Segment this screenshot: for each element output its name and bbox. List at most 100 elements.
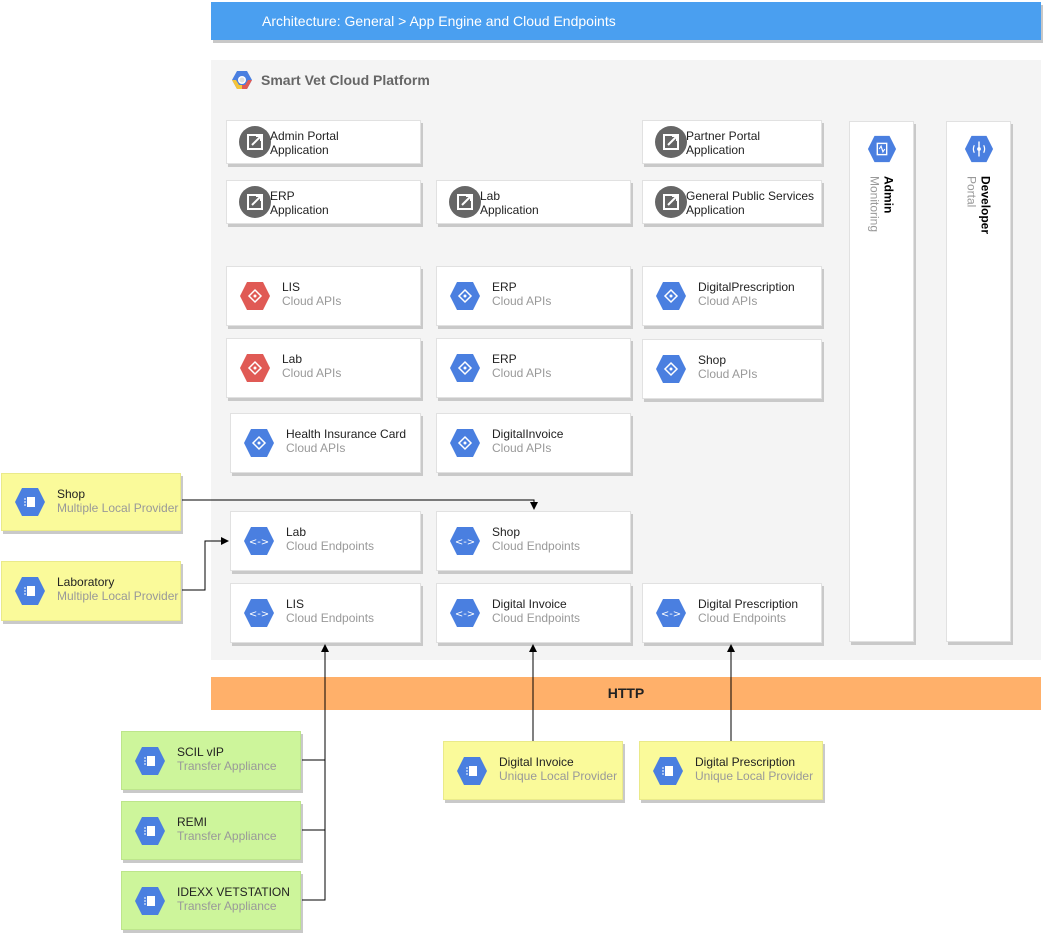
provider-card-digital-invoice[interactable]: Digital Invoice Unique Local Provider [443, 741, 623, 800]
appliance-card-remi[interactable]: REMI Transfer Appliance [121, 801, 301, 860]
open-external-icon [239, 126, 271, 158]
cloud-apis-icon [240, 282, 270, 310]
app-name: Partner Portal [686, 129, 761, 143]
endpoint-card-digital-invoice[interactable]: <-> Digital Invoice Cloud Endpoints [436, 583, 631, 643]
monitoring-icon [867, 135, 896, 163]
api-card-lab[interactable]: Lab Cloud APIs [226, 338, 421, 398]
cloud-apis-icon [450, 429, 480, 457]
transfer-appliance-icon [135, 746, 165, 775]
api-type: Cloud APIs [698, 294, 758, 308]
cloud-apis-icon [656, 282, 686, 310]
appliance-name: REMI [177, 815, 207, 829]
diagram-title-bar: Architecture: General > App Engine and C… [211, 2, 1041, 40]
diagram-title: Architecture: General > App Engine and C… [262, 13, 616, 29]
cloud-apis-icon [244, 429, 274, 457]
provider-card-digital-prescription[interactable]: Digital Prescription Unique Local Provid… [639, 741, 823, 800]
cloud-endpoints-icon: <-> [244, 527, 274, 555]
svg-text:<->: <-> [455, 537, 475, 548]
app-card-erp[interactable]: ERP Application [226, 180, 421, 224]
panel-type: Portal [964, 176, 979, 208]
open-external-icon [449, 186, 481, 218]
appliance-card-scil-vip[interactable]: SCIL vIP Transfer Appliance [121, 731, 301, 790]
gcp-logo-icon [232, 71, 252, 89]
app-type: Application [686, 143, 745, 157]
transfer-appliance-icon [135, 886, 165, 915]
endpoint-type: Cloud Endpoints [286, 611, 375, 625]
api-name: Lab [282, 352, 303, 366]
panel-admin-monitoring[interactable]: Admin Monitoring [849, 121, 914, 642]
panel-developer-portal[interactable]: Developer Portal [946, 121, 1011, 642]
endpoint-type: Cloud Endpoints [492, 611, 581, 625]
cloud-endpoints-icon: <-> [450, 599, 480, 627]
appliance-card-idexx-vetstation[interactable]: IDEXX VETSTATION Transfer Appliance [121, 871, 301, 930]
endpoint-name: Digital Invoice [492, 597, 567, 611]
app-type: Application [480, 203, 539, 217]
cloud-endpoints-icon: <-> [656, 599, 686, 627]
provider-name: Shop [57, 487, 86, 501]
app-card-admin-portal[interactable]: Admin Portal Application [226, 120, 421, 164]
app-name: General Public Services [686, 189, 815, 203]
provider-icon [15, 577, 45, 605]
api-type: Cloud APIs [492, 294, 552, 308]
provider-name: Digital Invoice [499, 755, 574, 769]
http-label: HTTP [607, 685, 645, 701]
endpoint-type: Cloud Endpoints [492, 539, 581, 553]
app-card-lab[interactable]: Lab Application [436, 180, 631, 224]
appliance-type: Transfer Appliance [177, 759, 277, 773]
api-card-health-insurance-card[interactable]: Health Insurance Card Cloud APIs [230, 413, 421, 473]
app-type: Application [270, 143, 329, 157]
app-name: Lab [480, 189, 501, 203]
endpoint-card-lab[interactable]: <-> Lab Cloud Endpoints [230, 511, 421, 571]
endpoint-card-lis[interactable]: <-> LIS Cloud Endpoints [230, 583, 421, 643]
cloud-apis-icon [450, 354, 480, 382]
panel-name: Admin [881, 176, 896, 214]
cloud-apis-icon [240, 354, 270, 382]
provider-type: Unique Local Provider [695, 769, 814, 783]
open-external-icon [239, 186, 271, 218]
endpoint-card-shop[interactable]: <-> Shop Cloud Endpoints [436, 511, 631, 571]
endpoint-card-digital-prescription[interactable]: <-> Digital Prescription Cloud Endpoints [642, 583, 822, 643]
appliance-type: Transfer Appliance [177, 899, 277, 913]
api-card-shop[interactable]: Shop Cloud APIs [642, 339, 822, 399]
api-card-digital-invoice[interactable]: DigitalInvoice Cloud APIs [436, 413, 631, 473]
cloud-apis-icon [450, 282, 480, 310]
api-card-erp-2[interactable]: ERP Cloud APIs [436, 338, 631, 398]
app-card-partner-portal[interactable]: Partner Portal Application [642, 120, 822, 164]
provider-name: Laboratory [57, 575, 115, 589]
provider-icon [15, 488, 45, 516]
appliance-name: IDEXX VETSTATION [177, 885, 290, 899]
app-type: Application [270, 203, 329, 217]
endpoint-type: Cloud Endpoints [698, 611, 787, 625]
provider-type: Unique Local Provider [499, 769, 618, 783]
api-name: ERP [492, 352, 517, 366]
provider-card-laboratory[interactable]: Laboratory Multiple Local Provider [1, 561, 181, 621]
cloud-endpoints-icon: <-> [450, 527, 480, 555]
endpoint-name: Digital Prescription [698, 597, 799, 611]
api-name: Shop [698, 353, 727, 367]
api-card-digital-prescription[interactable]: DigitalPrescription Cloud APIs [642, 266, 822, 326]
api-type: Cloud APIs [286, 441, 346, 455]
api-name: DigitalInvoice [492, 427, 564, 441]
app-type: Application [686, 203, 745, 217]
panel-type: Monitoring [867, 176, 882, 233]
cloud-endpoints-icon: <-> [244, 599, 274, 627]
http-layer: HTTP [211, 677, 1041, 710]
api-name: ERP [492, 280, 517, 294]
developer-portal-icon [964, 135, 993, 163]
app-card-general-public-services[interactable]: General Public Services Application [642, 180, 822, 224]
appliance-name: SCIL vIP [177, 745, 224, 759]
transfer-appliance-icon [135, 816, 165, 845]
endpoint-name: LIS [286, 597, 305, 611]
api-card-lis[interactable]: LIS Cloud APIs [226, 266, 421, 326]
provider-type: Multiple Local Provider [57, 589, 179, 603]
svg-text:<->: <-> [249, 609, 269, 620]
api-card-erp-1[interactable]: ERP Cloud APIs [436, 266, 631, 326]
open-external-icon [655, 186, 687, 218]
provider-type: Multiple Local Provider [57, 501, 179, 515]
provider-card-shop[interactable]: Shop Multiple Local Provider [1, 473, 181, 531]
svg-text:<->: <-> [455, 609, 475, 620]
app-name: Admin Portal [270, 129, 339, 143]
cloud-apis-icon [656, 355, 686, 383]
endpoint-name: Lab [286, 525, 307, 539]
endpoint-type: Cloud Endpoints [286, 539, 375, 553]
